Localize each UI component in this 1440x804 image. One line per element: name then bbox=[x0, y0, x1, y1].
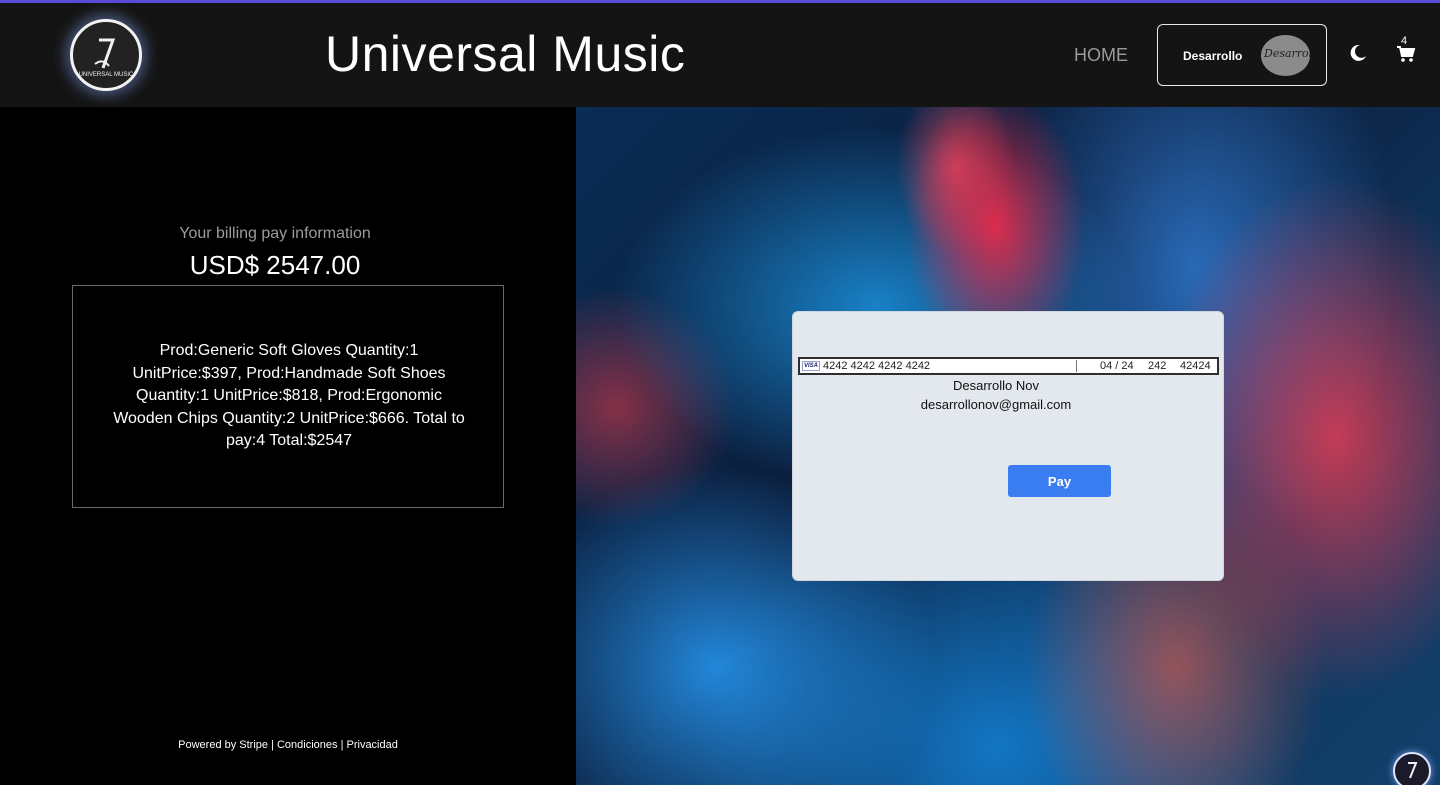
logo-icon[interactable]: UNIVERSAL MUSIC bbox=[70, 19, 142, 91]
stripe-footer-links[interactable]: Powered by Stripe | Condiciones | Privac… bbox=[0, 739, 576, 751]
text-cursor bbox=[1076, 360, 1077, 372]
card-expiry-input[interactable]: 04 / 24 bbox=[1100, 360, 1134, 372]
payment-card: VISA 4242 4242 4242 4242 04 / 24 242 424… bbox=[792, 311, 1224, 581]
user-name: Desarrollo bbox=[1183, 49, 1243, 63]
brand-title: Universal Music bbox=[325, 26, 686, 82]
payer-name: Desarrollo Nov bbox=[953, 378, 1039, 393]
nav-home-link[interactable]: HOME bbox=[1074, 45, 1128, 66]
card-cvc-input[interactable]: 242 bbox=[1148, 360, 1166, 372]
logo-text: UNIVERSAL MUSIC bbox=[79, 72, 134, 78]
payer-email: desarrollonov@gmail.com bbox=[920, 397, 1072, 412]
bottom-strip bbox=[0, 785, 1440, 804]
avatar-signature: Desarrollo bbox=[1264, 47, 1310, 60]
card-zip-input[interactable]: 42424 bbox=[1180, 360, 1211, 372]
avatar: Desarrollo bbox=[1261, 35, 1310, 76]
order-summary-text: Prod:Generic Soft Gloves Quantity:1 Unit… bbox=[113, 342, 465, 449]
card-number-input[interactable]: 4242 4242 4242 4242 bbox=[823, 360, 930, 372]
billing-title: Your billing pay information bbox=[179, 225, 371, 242]
billing-panel: Your billing pay information USD$ 2547.0… bbox=[0, 107, 576, 785]
card-input-field[interactable]: VISA 4242 4242 4242 4242 04 / 24 242 424… bbox=[798, 357, 1219, 375]
billing-amount: USD$ 2547.00 bbox=[189, 250, 361, 280]
site-header: UNIVERSAL MUSIC Universal Music HOME Des… bbox=[0, 3, 1440, 107]
moon-icon[interactable] bbox=[1348, 43, 1368, 63]
order-summary-box: Prod:Generic Soft Gloves Quantity:1 Unit… bbox=[72, 285, 504, 508]
visa-icon: VISA bbox=[802, 361, 820, 371]
cart-icon[interactable] bbox=[1396, 45, 1416, 63]
user-menu-button[interactable]: Desarrollo Desarrollo bbox=[1157, 24, 1327, 86]
pay-button[interactable]: Pay bbox=[1008, 465, 1111, 497]
